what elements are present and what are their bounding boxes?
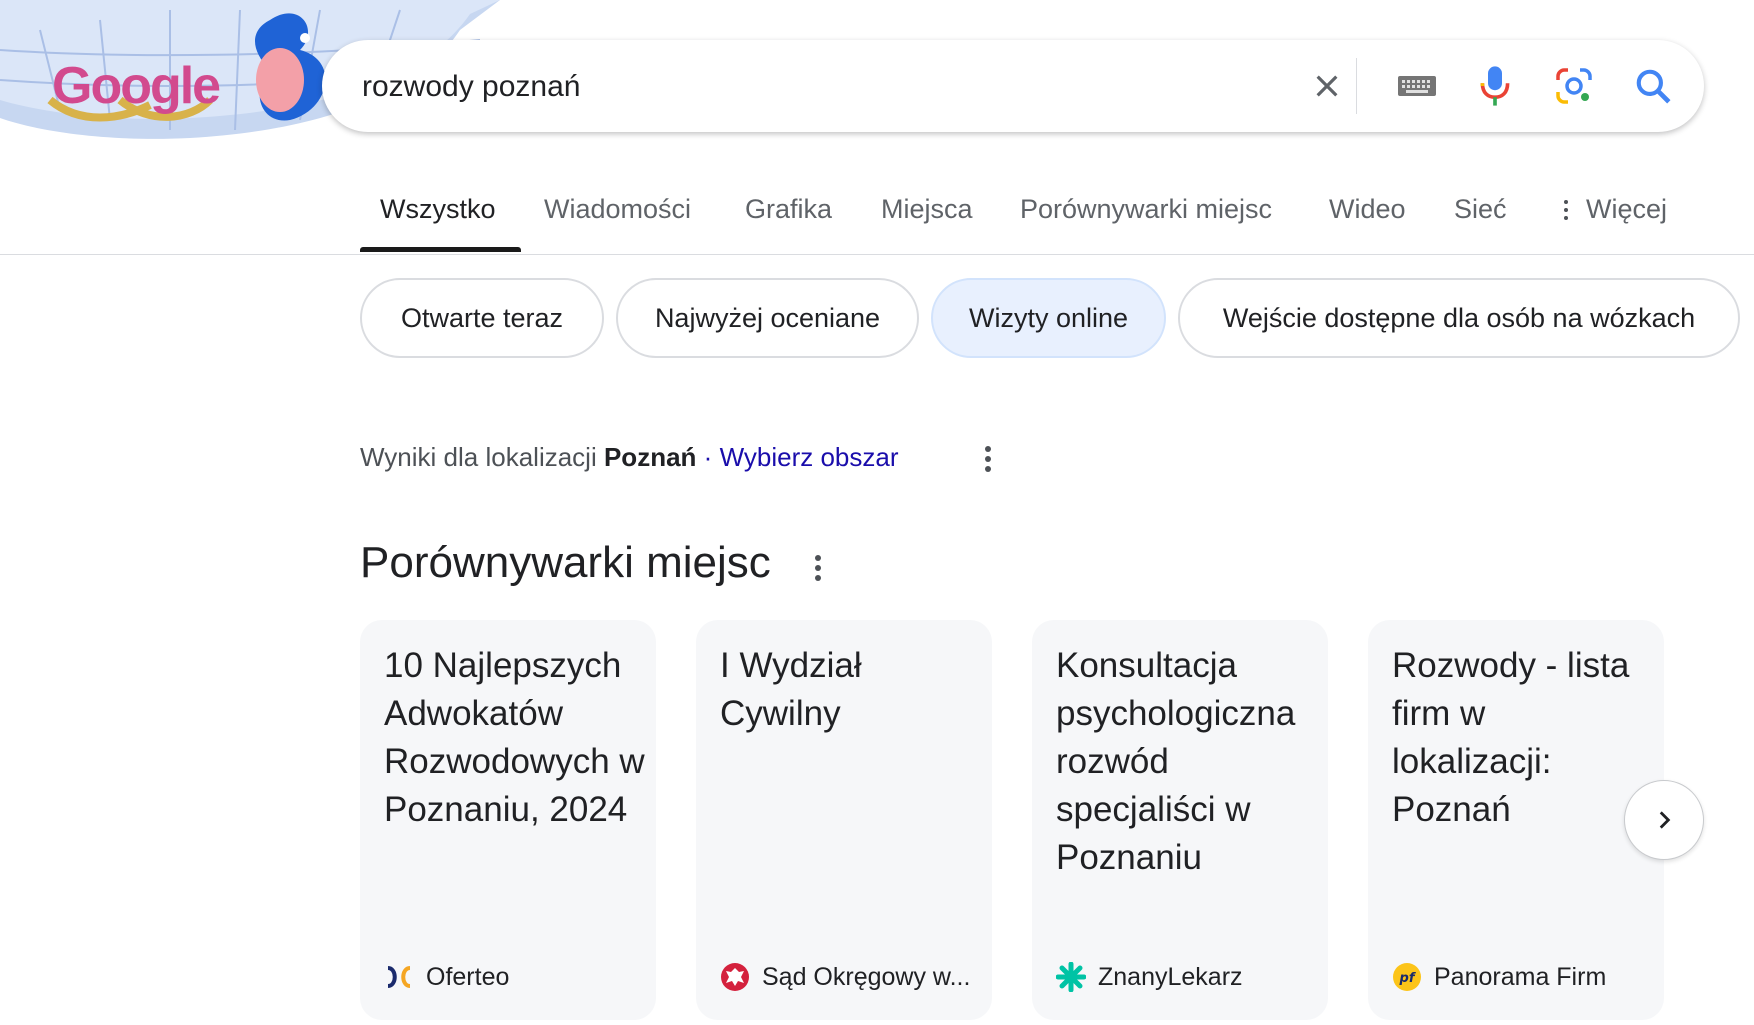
card-title: Rozwody - lista firm w lokalizacji: Pozn… (1392, 646, 1630, 829)
tab-wiecej-label: Więcej (1586, 194, 1668, 224)
place-card[interactable]: Rozwody - lista firm w lokalizacji: Pozn… (1368, 620, 1664, 1020)
oferteo-logo-icon (384, 962, 414, 992)
card-source: ZnanyLekarz (1056, 962, 1243, 992)
search-divider (1356, 58, 1357, 114)
place-card[interactable]: I Wydział Cywilny Sąd Okręgowy w... (696, 620, 992, 1020)
search-tabs: Wszystko Wiadomości Grafika Miejsca Poró… (0, 180, 1754, 255)
znanylekarz-logo-icon (1056, 962, 1086, 992)
voice-search-icon[interactable] (1465, 40, 1525, 132)
tab-siec[interactable]: Sieć (1454, 194, 1507, 225)
clear-icon[interactable] (1297, 40, 1357, 132)
chip-wizyty-online[interactable]: Wizyty online (931, 278, 1166, 358)
search-box[interactable]: rozwody poznań (322, 40, 1704, 132)
tab-wiadomosci[interactable]: Wiadomości (544, 194, 691, 225)
location-place: Poznań (603, 442, 697, 472)
card-source-name: Oferteo (426, 962, 510, 991)
choose-area-link[interactable]: Wybierz obszar (720, 442, 899, 472)
tab-grafika[interactable]: Grafika (745, 194, 832, 225)
location-separator: · (703, 442, 713, 472)
section-options-icon[interactable] (808, 555, 828, 581)
keyboard-icon[interactable] (1387, 40, 1447, 132)
place-card[interactable]: Konsultacja psychologiczna rozwód specja… (1032, 620, 1328, 1020)
location-notice: Wyniki dla lokalizacji Poznań · Wybierz … (360, 442, 899, 473)
card-source: pf Panorama Firm (1392, 962, 1606, 992)
search-input[interactable]: rozwody poznań (362, 70, 580, 104)
card-source: Oferteo (384, 962, 509, 992)
logo-text: Google (52, 57, 221, 115)
chevron-right-icon (1659, 811, 1671, 829)
next-cards-button[interactable] (1624, 780, 1704, 860)
tab-porownywarki-miejsc[interactable]: Porównywarki miejsc (1020, 194, 1272, 225)
tab-miejsca[interactable]: Miejsca (881, 194, 973, 225)
chip-wejscie-dostepne[interactable]: Wejście dostępne dla osób na wózkach (1178, 278, 1740, 358)
more-vert-icon (1562, 199, 1570, 220)
active-tab-indicator (360, 247, 521, 252)
card-source: Sąd Okręgowy w... (720, 962, 970, 992)
card-source-name: Panorama Firm (1434, 962, 1607, 991)
chip-najwyzej-oceniane[interactable]: Najwyżej oceniane (616, 278, 919, 358)
location-options-icon[interactable] (978, 446, 998, 472)
card-title: 10 Najlepszych Adwokatów Rozwodowych w P… (384, 646, 645, 829)
card-title: Konsultacja psychologiczna rozwód specja… (1056, 646, 1296, 877)
location-prefix: Wyniki dla lokalizacji (360, 442, 597, 472)
card-source-name: ZnanyLekarz (1098, 962, 1243, 991)
polish-eagle-emblem-icon (720, 962, 750, 992)
search-icon[interactable] (1623, 40, 1683, 132)
chip-otwarte-teraz[interactable]: Otwarte teraz (360, 278, 604, 358)
tab-wszystko[interactable]: Wszystko (380, 194, 496, 225)
svg-text:pf: pf (1399, 971, 1417, 986)
lens-search-icon[interactable] (1544, 40, 1604, 132)
section-title: Porównywarki miejsc (360, 538, 771, 587)
card-source-name: Sąd Okręgowy w... (762, 962, 971, 991)
card-title: I Wydział Cywilny (720, 646, 862, 733)
tab-wideo[interactable]: Wideo (1329, 194, 1406, 225)
place-card[interactable]: 10 Najlepszych Adwokatów Rozwodowych w P… (360, 620, 656, 1020)
tab-wiecej[interactable]: Więcej (1562, 194, 1667, 225)
panorama-firm-logo-icon: pf (1392, 962, 1422, 992)
